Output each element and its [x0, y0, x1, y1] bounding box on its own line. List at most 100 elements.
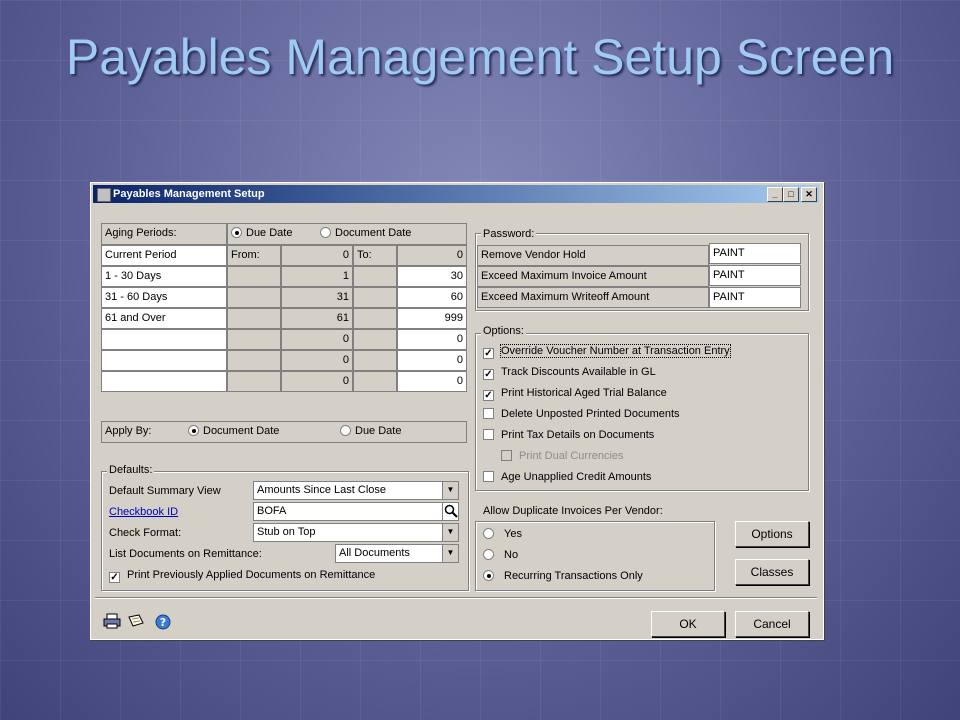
radio-selected-icon — [483, 570, 494, 581]
printer-icon[interactable] — [103, 613, 121, 632]
aging-row-name[interactable] — [101, 329, 227, 350]
window-titlebar: Payables Management Setup _ □ ✕ — [93, 185, 819, 203]
options-label: Options: — [481, 325, 526, 337]
password-row-name: Exceed Maximum Invoice Amount — [477, 266, 709, 287]
aging-row-from: 61 — [281, 308, 353, 329]
print-tax-details-label: Print Tax Details on Documents — [501, 429, 655, 441]
classes-button[interactable]: Classes — [735, 559, 809, 585]
password-field[interactable]: PAINT — [709, 243, 801, 264]
print-tax-details-checkbox[interactable]: Print Tax Details on Documents — [483, 429, 654, 441]
close-button[interactable]: ✕ — [801, 187, 817, 202]
aging-spacer — [353, 266, 397, 287]
age-unapplied-checkbox[interactable]: Age Unapplied Credit Amounts — [483, 471, 651, 483]
checkbox-checked-icon: ✓ — [483, 390, 494, 401]
summary-view-dropdown[interactable]: Amounts Since Last Close ▼ — [253, 481, 459, 500]
aging-document-date-radio[interactable]: Document Date — [320, 225, 411, 241]
password-row-name: Exceed Maximum Writeoff Amount — [477, 287, 709, 308]
options-button[interactable]: Options — [735, 521, 809, 547]
dropdown-arrow-icon[interactable]: ▼ — [442, 482, 458, 499]
aging-spacer — [227, 329, 281, 350]
apply-by-label: Apply By: — [105, 425, 152, 437]
aging-row-to[interactable]: 0 — [397, 371, 467, 392]
dropdown-arrow-icon[interactable]: ▼ — [442, 524, 458, 541]
aging-spacer — [227, 287, 281, 308]
apply-by-due-date-label: Due Date — [355, 425, 402, 437]
checkbox-unchecked-icon — [483, 471, 494, 482]
list-docs-dropdown[interactable]: All Documents ▼ — [335, 544, 459, 563]
aging-due-date-radio[interactable]: Due Date — [231, 227, 292, 239]
duplicates-yes-radio[interactable]: Yes — [483, 528, 522, 540]
aging-row-to[interactable]: 999 — [397, 308, 467, 329]
print-historical-checkbox[interactable]: ✓ Print Historical Aged Trial Balance — [483, 387, 667, 401]
apply-by-document-date-radio[interactable]: Document Date — [188, 423, 279, 439]
checkbook-id-value: BOFA — [257, 505, 287, 517]
aging-row-to: 0 — [397, 245, 467, 266]
check-format-dropdown[interactable]: Stub on Top ▼ — [253, 523, 459, 542]
radio-empty-icon — [483, 549, 494, 560]
radio-empty-icon — [340, 425, 351, 436]
aging-row-from: 0 — [281, 371, 353, 392]
password-label: Password: — [481, 228, 537, 240]
minimize-button[interactable]: _ — [767, 187, 783, 202]
checkbox-disabled-icon — [501, 450, 512, 461]
print-dual-currencies-label: Print Dual Currencies — [519, 450, 624, 462]
checkbook-id-link[interactable]: Checkbook ID — [109, 506, 178, 518]
window-app-icon — [97, 188, 111, 202]
aging-row-name[interactable]: Current Period — [101, 245, 227, 266]
lookup-magnifier-icon[interactable] — [442, 503, 458, 520]
aging-document-date-label: Document Date — [335, 227, 412, 239]
aging-row-to[interactable]: 0 — [397, 350, 467, 371]
checkbox-checked-icon: ✓ — [109, 572, 120, 583]
setup-window: Payables Management Setup _ □ ✕ Aging Pe… — [90, 182, 824, 640]
aging-spacer — [353, 329, 397, 350]
dropdown-arrow-icon[interactable]: ▼ — [442, 545, 458, 562]
aging-row-to[interactable]: 0 — [397, 329, 467, 350]
duplicates-yes-label: Yes — [504, 528, 522, 540]
summary-view-value: Amounts Since Last Close — [257, 484, 387, 496]
aging-row-name[interactable]: 61 and Over — [101, 308, 227, 329]
ok-button[interactable]: OK — [651, 611, 725, 637]
aging-spacer — [353, 371, 397, 392]
override-voucher-checkbox[interactable]: ✓ Override Voucher Number at Transaction … — [483, 344, 731, 359]
aging-row-name[interactable] — [101, 371, 227, 392]
duplicates-label: Allow Duplicate Invoices Per Vendor: — [483, 505, 663, 517]
aging-row-to[interactable]: 60 — [397, 287, 467, 308]
notes-icon[interactable] — [127, 613, 145, 632]
summary-view-label: Default Summary View — [109, 485, 221, 497]
print-dual-currencies-checkbox: Print Dual Currencies — [501, 450, 624, 462]
apply-by-document-date-label: Document Date — [203, 425, 280, 437]
track-discounts-label: Track Discounts Available in GL — [501, 366, 656, 378]
aging-row-name[interactable] — [101, 350, 227, 371]
aging-due-date-label: Due Date — [246, 227, 293, 239]
aging-row-name[interactable]: 31 - 60 Days — [101, 287, 227, 308]
password-field[interactable]: PAINT — [709, 287, 801, 308]
radio-empty-icon — [320, 227, 331, 238]
apply-by-group: Apply By: Document Date Due Date — [101, 421, 467, 443]
duplicates-no-radio[interactable]: No — [483, 549, 518, 561]
checkbook-id-input[interactable]: BOFA — [253, 502, 459, 521]
password-row-name: Remove Vendor Hold — [477, 245, 709, 266]
maximize-button[interactable]: □ — [783, 187, 799, 202]
aging-row-from: 0 — [281, 329, 353, 350]
help-icon[interactable]: ? — [155, 614, 171, 633]
password-field[interactable]: PAINT — [709, 265, 801, 286]
cancel-button[interactable]: Cancel — [735, 611, 809, 637]
delete-unposted-checkbox[interactable]: Delete Unposted Printed Documents — [483, 408, 680, 420]
track-discounts-checkbox[interactable]: ✓ Track Discounts Available in GL — [483, 366, 656, 380]
print-previous-checkbox[interactable]: ✓ Print Previously Applied Documents on R… — [109, 569, 375, 583]
check-format-label: Check Format: — [109, 527, 182, 539]
aging-row-to[interactable]: 30 — [397, 266, 467, 287]
to-label: To: — [353, 245, 397, 266]
aging-spacer — [227, 266, 281, 287]
aging-row-name[interactable]: 1 - 30 Days — [101, 266, 227, 287]
aging-basis-group: Due Date Document Date — [227, 223, 467, 245]
duplicates-recurring-radio[interactable]: Recurring Transactions Only — [483, 570, 643, 582]
aging-row-from: 1 — [281, 266, 353, 287]
defaults-label: Defaults: — [107, 464, 155, 476]
print-previous-label: Print Previously Applied Documents on Re… — [127, 569, 376, 581]
aging-row-from: 0 — [281, 245, 353, 266]
checkbox-checked-icon: ✓ — [483, 369, 494, 380]
apply-by-due-date-radio[interactable]: Due Date — [340, 423, 401, 439]
radio-selected-icon — [231, 227, 242, 238]
checkbox-unchecked-icon — [483, 429, 494, 440]
